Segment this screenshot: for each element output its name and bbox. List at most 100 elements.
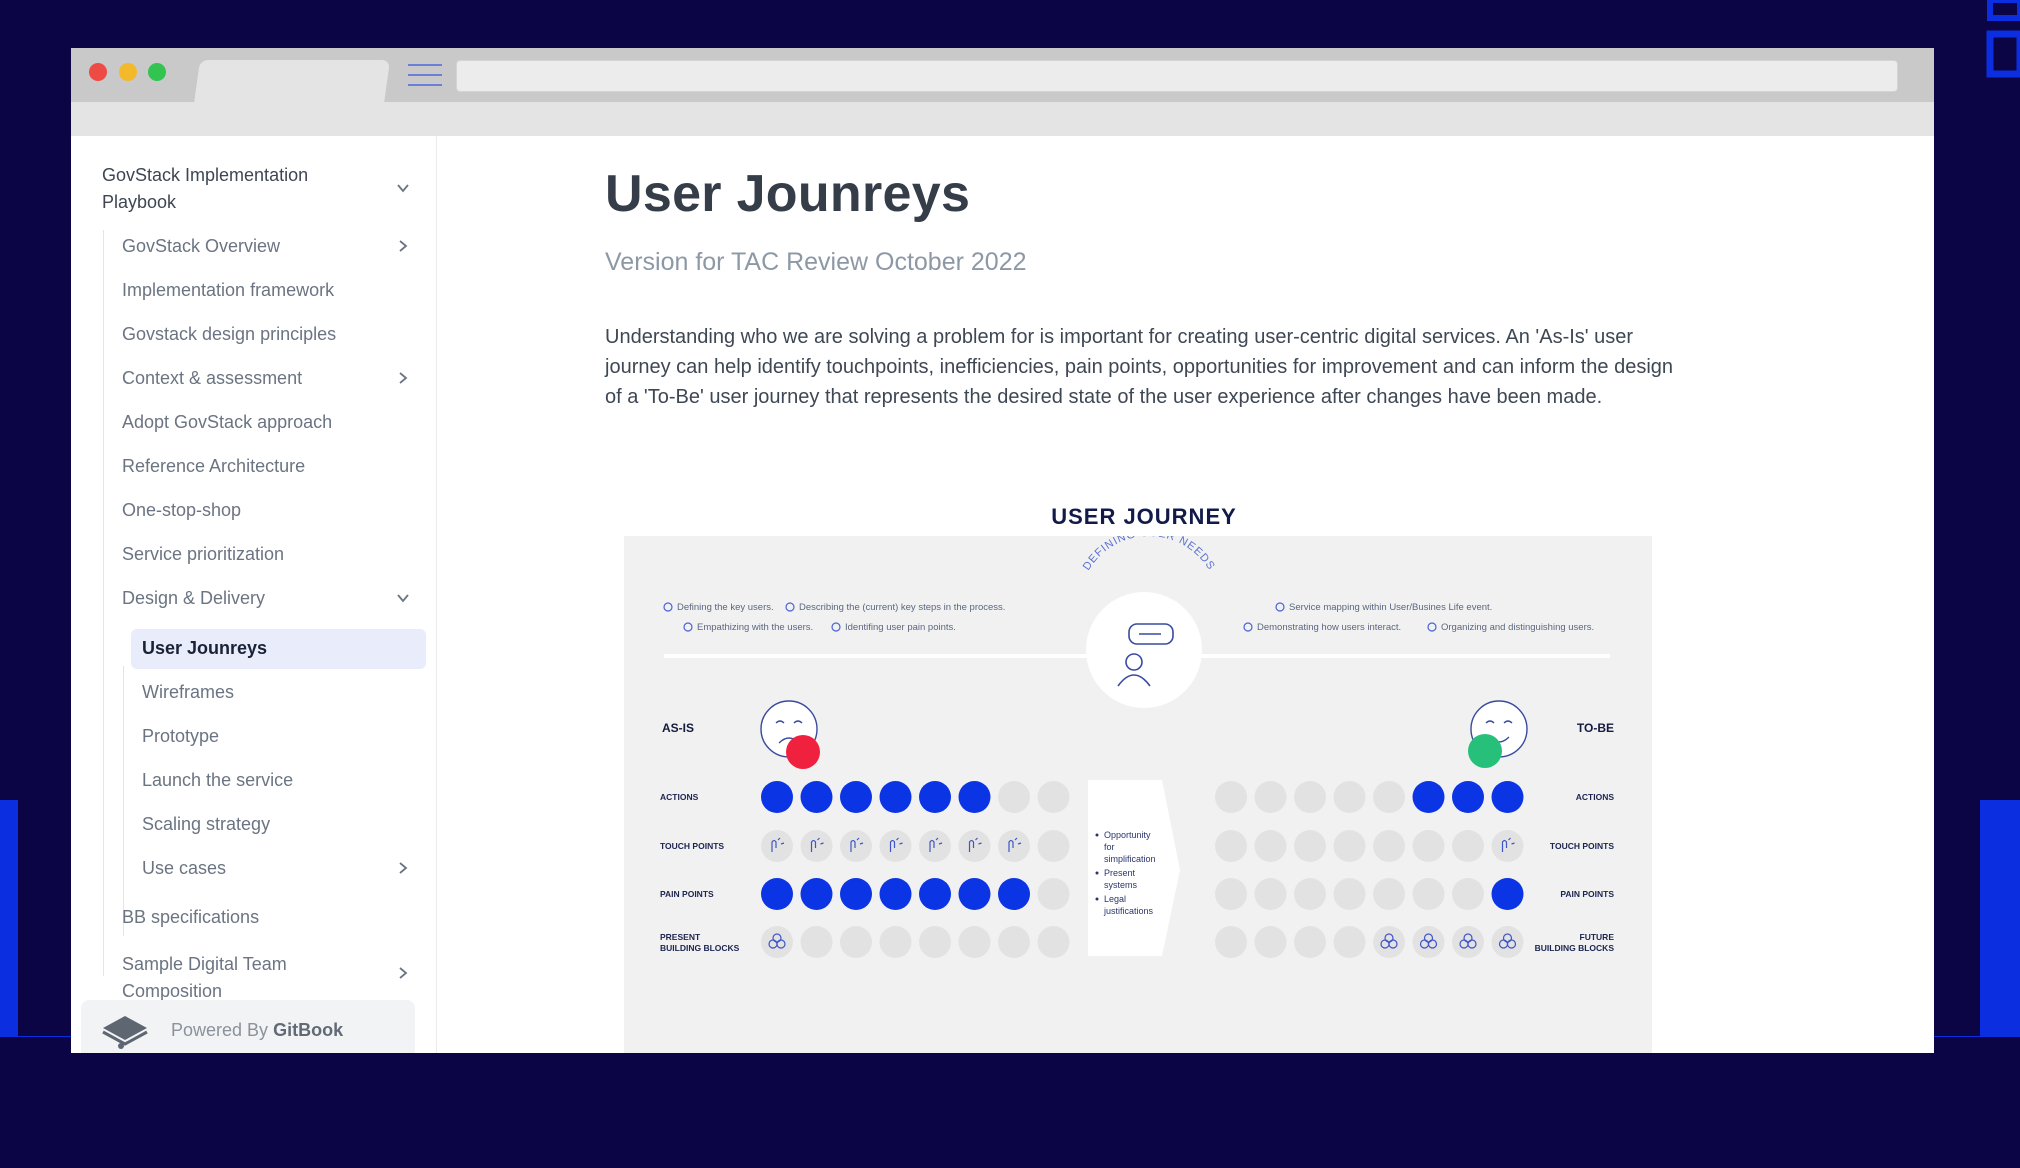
row-label-left: BUILDING BLOCKS [660,943,740,953]
as-is-label: AS-IS [662,721,694,735]
row-label-right: BUILDING BLOCKS [1535,943,1615,953]
sidebar-subrail [123,666,124,936]
sidebar-item-use-cases[interactable]: Use cases [142,858,226,879]
right-note-text: Organizing and distinguishing users. [1441,622,1594,633]
maximize-dot[interactable] [148,63,166,81]
right-note-text: Demonstrating how users interact. [1257,622,1401,633]
chevron-right-icon[interactable] [396,966,410,980]
row-label-right: FUTURE [1580,932,1615,942]
empty-dot [1037,830,1070,862]
action-dot [919,878,951,910]
empty-dot [1333,878,1366,910]
sidebar-item-service-prioritization[interactable]: Service prioritization [122,544,284,565]
intro-paragraph: Understanding who we are solving a probl… [605,326,1674,408]
empty-dot [1373,830,1405,862]
sidebar-item-reference-architecture[interactable]: Reference Architecture [122,456,305,477]
empty-dot [1215,926,1247,958]
empty-dot [1254,781,1287,813]
empty-dot [1452,830,1484,862]
action-dot [958,878,991,910]
laptop-base [0,1037,2020,1168]
sidebar-item-digital-team[interactable]: Sample Digital Team Composition [122,951,372,1005]
close-dot[interactable] [89,63,107,81]
touch-point-icon [840,830,872,862]
chevron-down-icon[interactable] [396,591,410,605]
right-note-text: Service mapping within User/Busines Life… [1289,602,1492,613]
page-subtitle: Version for TAC Review October 2022 [605,248,1027,276]
empty-dot [1294,926,1326,958]
row-label-left: ACTIONS [660,792,699,802]
empty-dot [840,926,872,958]
action-dot [879,781,912,813]
sidebar-heading[interactable]: GovStack Implementation Playbook [102,162,362,216]
touch-point-icon [761,830,793,862]
empty-dot [1412,830,1445,862]
sidebar-item-scaling-strategy[interactable]: Scaling strategy [142,814,270,835]
empty-dot [1333,781,1366,813]
chevron-down-icon[interactable] [396,181,410,195]
empty-dot [958,926,991,958]
sidebar-item-design-delivery[interactable]: Design & Delivery [122,588,265,609]
user-needs-circle [1086,592,1202,708]
center-bullet-text: systems [1104,880,1138,890]
row-label-left: PAIN POINTS [660,889,714,899]
center-bullet-text: Present [1104,868,1136,878]
sidebar-item-govstack-overview[interactable]: GovStack Overview [122,236,280,257]
action-dot [840,781,872,813]
row-label-right: TOUCH POINTS [1550,841,1614,851]
browser-chrome [71,48,1934,136]
sidebar-item-design-principles[interactable]: Govstack design principles [122,324,336,345]
sidebar-item-bb-specifications[interactable]: BB specifications [122,907,259,928]
row-label-right: PAIN POINTS [1560,889,1614,899]
touch-point-icon [800,830,833,862]
qr-corner-icon [1986,0,2020,78]
action-dot [761,878,793,910]
action-dot [800,781,833,813]
empty-dot [1412,878,1445,910]
empty-dot [1037,781,1070,813]
powered-by-gitbook[interactable]: Powered By GitBook [81,1000,415,1053]
sidebar-item-wireframes[interactable]: Wireframes [142,682,234,703]
center-bullet-text: simplification [1104,854,1156,864]
sidebar-item-user-journeys[interactable]: User Jounreys [131,629,426,669]
left-note-text: Identifing user pain points. [845,622,956,633]
sidebar-item-implementation-framework[interactable]: Implementation framework [122,280,334,301]
sidebar-item-launch-service[interactable]: Launch the service [142,770,293,791]
chevron-right-icon[interactable] [396,371,410,385]
action-dot [919,781,951,813]
empty-dot [1037,878,1070,910]
chevron-right-icon[interactable] [396,861,410,875]
sidebar-rail [103,230,104,976]
sidebar-item-label: User Jounreys [142,638,268,658]
touch-point-icon [879,830,912,862]
action-dot [1491,878,1524,910]
empty-dot [1254,830,1287,862]
touch-point-icon [1491,830,1524,862]
docs-page: GovStack Implementation Playbook GovStac… [71,136,1934,1053]
action-dot [958,781,991,813]
sidebar-item-adopt-govstack[interactable]: Adopt GovStack approach [122,412,332,433]
minimize-dot[interactable] [119,63,137,81]
left-note-text: Describing the (current) key steps in th… [799,602,1005,613]
empty-dot [1333,926,1366,958]
address-bar[interactable] [456,60,1898,92]
user-journey-diagram: DEFINING USER NEEDS Defining the key use… [624,536,1652,1053]
touch-point-icon [998,830,1030,862]
sidebar-item-prototype[interactable]: Prototype [142,726,219,747]
gitbook-logo-icon [102,1016,148,1049]
center-bullet-text: Legal [1104,894,1126,904]
browser-window: GovStack Implementation Playbook GovStac… [71,48,1934,1053]
left-note-text: Defining the key users. [677,602,774,613]
chevron-right-icon[interactable] [396,239,410,253]
hamburger-menu-icon[interactable] [408,62,442,88]
sidebar-item-context-assessment[interactable]: Context & assessment [122,368,302,389]
action-dot [761,781,793,813]
empty-dot [1215,830,1247,862]
browser-tab[interactable] [193,60,391,104]
row-label-right: ACTIONS [1576,792,1615,802]
left-note-text: Empathizing with the users. [697,622,813,633]
empty-dot [879,926,912,958]
touch-point-icon [958,830,991,862]
sidebar-item-one-stop-shop[interactable]: One-stop-shop [122,500,241,521]
main-content: User Jounreys Version for TAC Review Oct… [605,136,1785,1053]
